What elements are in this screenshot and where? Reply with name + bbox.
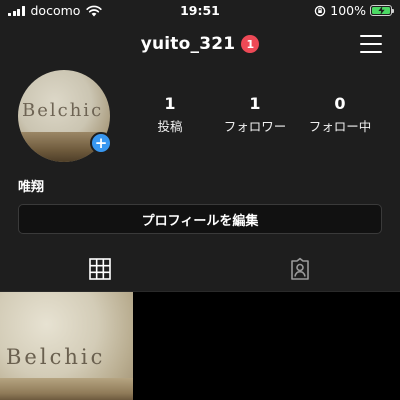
tab-tagged[interactable] [200,246,400,292]
stat-followers[interactable]: 1 フォロワー [210,94,300,135]
posts-grid: Belchic [0,292,400,400]
tab-posts-grid[interactable] [0,246,200,292]
username-switcher[interactable]: yuito_321 1 [0,34,400,54]
tagged-person-icon [291,257,309,280]
hamburger-menu-icon[interactable] [360,34,382,54]
battery-icon [370,5,394,16]
stat-following[interactable]: 0 フォロー中 [295,94,385,135]
rotation-lock-icon [315,5,326,16]
grid-icon [89,258,111,280]
posts-count: 1 [164,94,176,113]
following-label: フォロー中 [308,119,372,134]
profile-header: yuito_321 1 [0,30,400,60]
profile-screen: docomo 19:51 100% yuito_321 1 Belchic + … [0,0,400,400]
post-image-text: Belchic [6,345,106,369]
avatar-image-text: Belchic [22,100,104,121]
username-title[interactable]: yuito_321 [141,34,236,54]
profile-avatar-container[interactable]: Belchic + [18,70,112,162]
edit-profile-button[interactable]: プロフィールを編集 [18,204,382,234]
followers-count: 1 [249,94,261,113]
battery-percent: 100% [330,3,366,18]
notification-badge: 1 [241,35,260,53]
display-name: 唯翔 [18,180,45,195]
status-bar: docomo 19:51 100% [0,0,400,22]
posts-label: 投稿 [157,119,183,134]
followers-label: フォロワー [223,119,287,134]
profile-tabs [0,246,400,292]
post-thumbnail[interactable]: Belchic [0,292,133,400]
following-count: 0 [334,94,346,113]
add-story-button[interactable]: + [90,132,112,154]
charging-bolt-icon [378,6,385,15]
status-right: 100% [314,3,394,18]
stat-posts[interactable]: 1 投稿 [125,94,215,135]
